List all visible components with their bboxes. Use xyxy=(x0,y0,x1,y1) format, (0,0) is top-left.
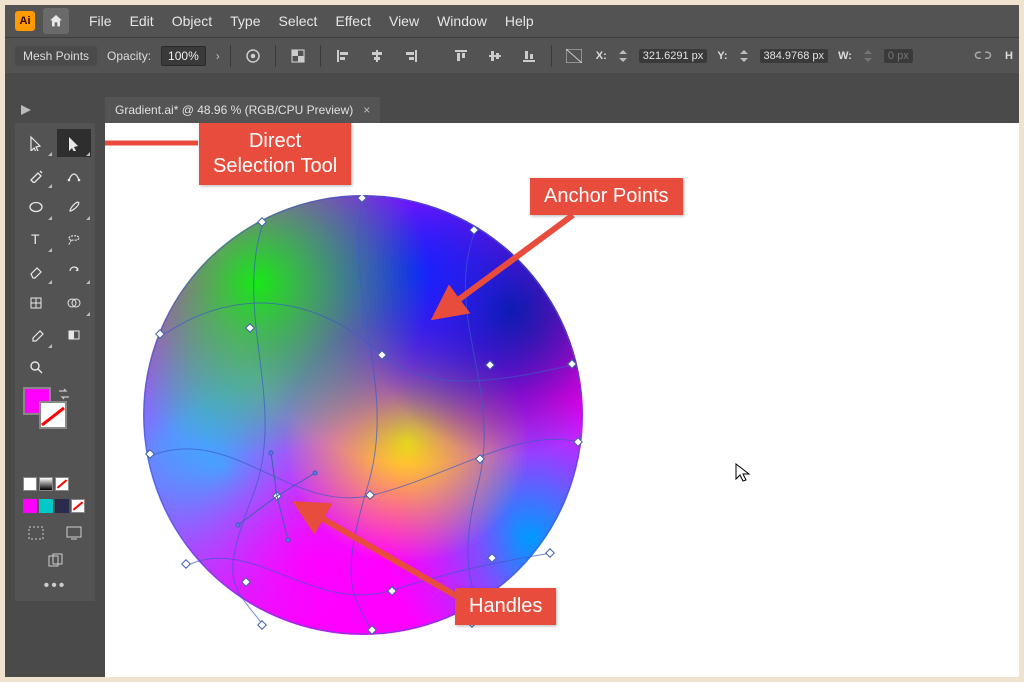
svg-text:T: T xyxy=(31,231,40,247)
align-hcenter-icon[interactable] xyxy=(365,44,389,68)
color-mode-icon[interactable] xyxy=(23,477,37,491)
callout-label: Direct Selection Tool xyxy=(213,130,337,177)
swatch-1[interactable] xyxy=(23,499,37,513)
swatch-3[interactable] xyxy=(55,499,69,513)
gradient-tool[interactable] xyxy=(57,321,91,349)
home-icon[interactable] xyxy=(43,8,69,34)
separator xyxy=(230,45,231,67)
separator xyxy=(275,45,276,67)
align-right-icon[interactable] xyxy=(399,44,423,68)
callout-direct-selection: Direct Selection Tool xyxy=(199,123,351,185)
h-label: H xyxy=(1005,50,1013,62)
fill-stroke-proxy[interactable] xyxy=(19,385,91,491)
align-vcenter-icon[interactable] xyxy=(483,44,507,68)
rotate-tool[interactable] xyxy=(57,257,91,285)
draw-mode-icon[interactable] xyxy=(21,521,51,545)
menu-help[interactable]: Help xyxy=(505,13,534,29)
menu-select[interactable]: Select xyxy=(279,13,318,29)
stepper-icon[interactable] xyxy=(862,44,874,68)
align-bottom-icon[interactable] xyxy=(517,44,541,68)
screen-mode-icon[interactable] xyxy=(59,521,89,545)
ellipse-tool[interactable] xyxy=(19,193,53,221)
tab-gutter xyxy=(5,97,105,123)
eyedropper-tool[interactable] xyxy=(19,321,53,349)
separator xyxy=(551,45,552,67)
y-label: Y: xyxy=(717,50,727,62)
app-logo[interactable]: Ai xyxy=(15,11,35,31)
opacity-input[interactable]: 100% xyxy=(161,46,206,66)
control-bar: Mesh Points Opacity: 100% › X: 321.6291 … xyxy=(5,37,1019,73)
swap-fill-stroke-icon[interactable] xyxy=(57,387,71,401)
menu-object[interactable]: Object xyxy=(172,13,212,29)
opacity-label: Opacity: xyxy=(107,49,151,63)
cursor-icon xyxy=(735,463,751,483)
arrow-direct-selection-icon xyxy=(105,131,205,161)
more-tools-icon[interactable]: ••• xyxy=(44,577,67,595)
artboard[interactable]: Direct Selection Tool Anchor Points Hand… xyxy=(105,123,1019,677)
menu-edit[interactable]: Edit xyxy=(130,13,154,29)
swatch-2[interactable] xyxy=(39,499,53,513)
tab-bar: Gradient.ai* @ 48.96 % (RGB/CPU Preview)… xyxy=(105,97,380,123)
align-left-icon[interactable] xyxy=(331,44,355,68)
stroke-swatch[interactable] xyxy=(39,401,67,429)
transform-icon[interactable] xyxy=(562,44,586,68)
mesh-tool[interactable] xyxy=(19,289,53,317)
menu-window[interactable]: Window xyxy=(437,13,487,29)
swatch-none[interactable] xyxy=(71,499,85,513)
x-label: X: xyxy=(596,50,607,62)
menu-file[interactable]: File xyxy=(89,13,112,29)
callout-handles: Handles xyxy=(455,588,556,625)
shape-builder-tool[interactable] xyxy=(57,289,91,317)
recolor-icon[interactable] xyxy=(241,44,265,68)
selection-tool[interactable] xyxy=(19,129,53,157)
menu-effect[interactable]: Effect xyxy=(335,13,371,29)
callout-label: Anchor Points xyxy=(544,185,669,207)
none-mode-icon[interactable] xyxy=(55,477,69,491)
close-icon[interactable]: × xyxy=(363,103,370,117)
stepper-icon[interactable] xyxy=(738,44,750,68)
control-mode-label: Mesh Points xyxy=(15,46,97,66)
canvas-area: Direct Selection Tool Anchor Points Hand… xyxy=(105,123,1019,677)
x-value[interactable]: 321.6291 px xyxy=(639,49,708,63)
document-tab-title: Gradient.ai* @ 48.96 % (RGB/CPU Preview) xyxy=(115,103,353,117)
menu-bar: Ai File Edit Object Type Select Effect V… xyxy=(5,5,1019,37)
align-top-icon[interactable] xyxy=(449,44,473,68)
stepper-icon[interactable] xyxy=(617,44,629,68)
type-tool[interactable]: T xyxy=(19,225,53,253)
chevron-right-icon[interactable]: › xyxy=(216,49,220,63)
gradient-mode-icon[interactable] xyxy=(39,477,53,491)
w-label: W: xyxy=(838,50,852,62)
zoom-tool[interactable] xyxy=(19,353,53,381)
pen-tool[interactable] xyxy=(19,161,53,189)
document-tab[interactable]: Gradient.ai* @ 48.96 % (RGB/CPU Preview)… xyxy=(105,97,380,123)
curvature-tool[interactable] xyxy=(57,161,91,189)
edit-artboard-icon[interactable] xyxy=(40,549,70,573)
direct-selection-tool[interactable] xyxy=(57,129,91,157)
mesh-object[interactable] xyxy=(143,195,583,635)
lasso-tool[interactable] xyxy=(57,225,91,253)
hand-tool[interactable] xyxy=(57,353,91,381)
transparency-icon[interactable] xyxy=(286,44,310,68)
swatch-row xyxy=(23,499,91,513)
w-value: 0 px xyxy=(884,49,913,63)
menu-type[interactable]: Type xyxy=(230,13,260,29)
link-icon[interactable] xyxy=(971,44,995,68)
y-value[interactable]: 384.9768 px xyxy=(760,49,829,63)
app-frame: Ai File Edit Object Type Select Effect V… xyxy=(5,5,1019,677)
panel-collapse-icon[interactable] xyxy=(15,99,37,121)
callout-anchor-points: Anchor Points xyxy=(530,178,683,215)
eraser-tool[interactable] xyxy=(19,257,53,285)
menu-view[interactable]: View xyxy=(389,13,419,29)
tools-panel: T xyxy=(15,123,95,601)
separator xyxy=(320,45,321,67)
callout-label: Handles xyxy=(469,595,542,617)
paintbrush-tool[interactable] xyxy=(57,193,91,221)
